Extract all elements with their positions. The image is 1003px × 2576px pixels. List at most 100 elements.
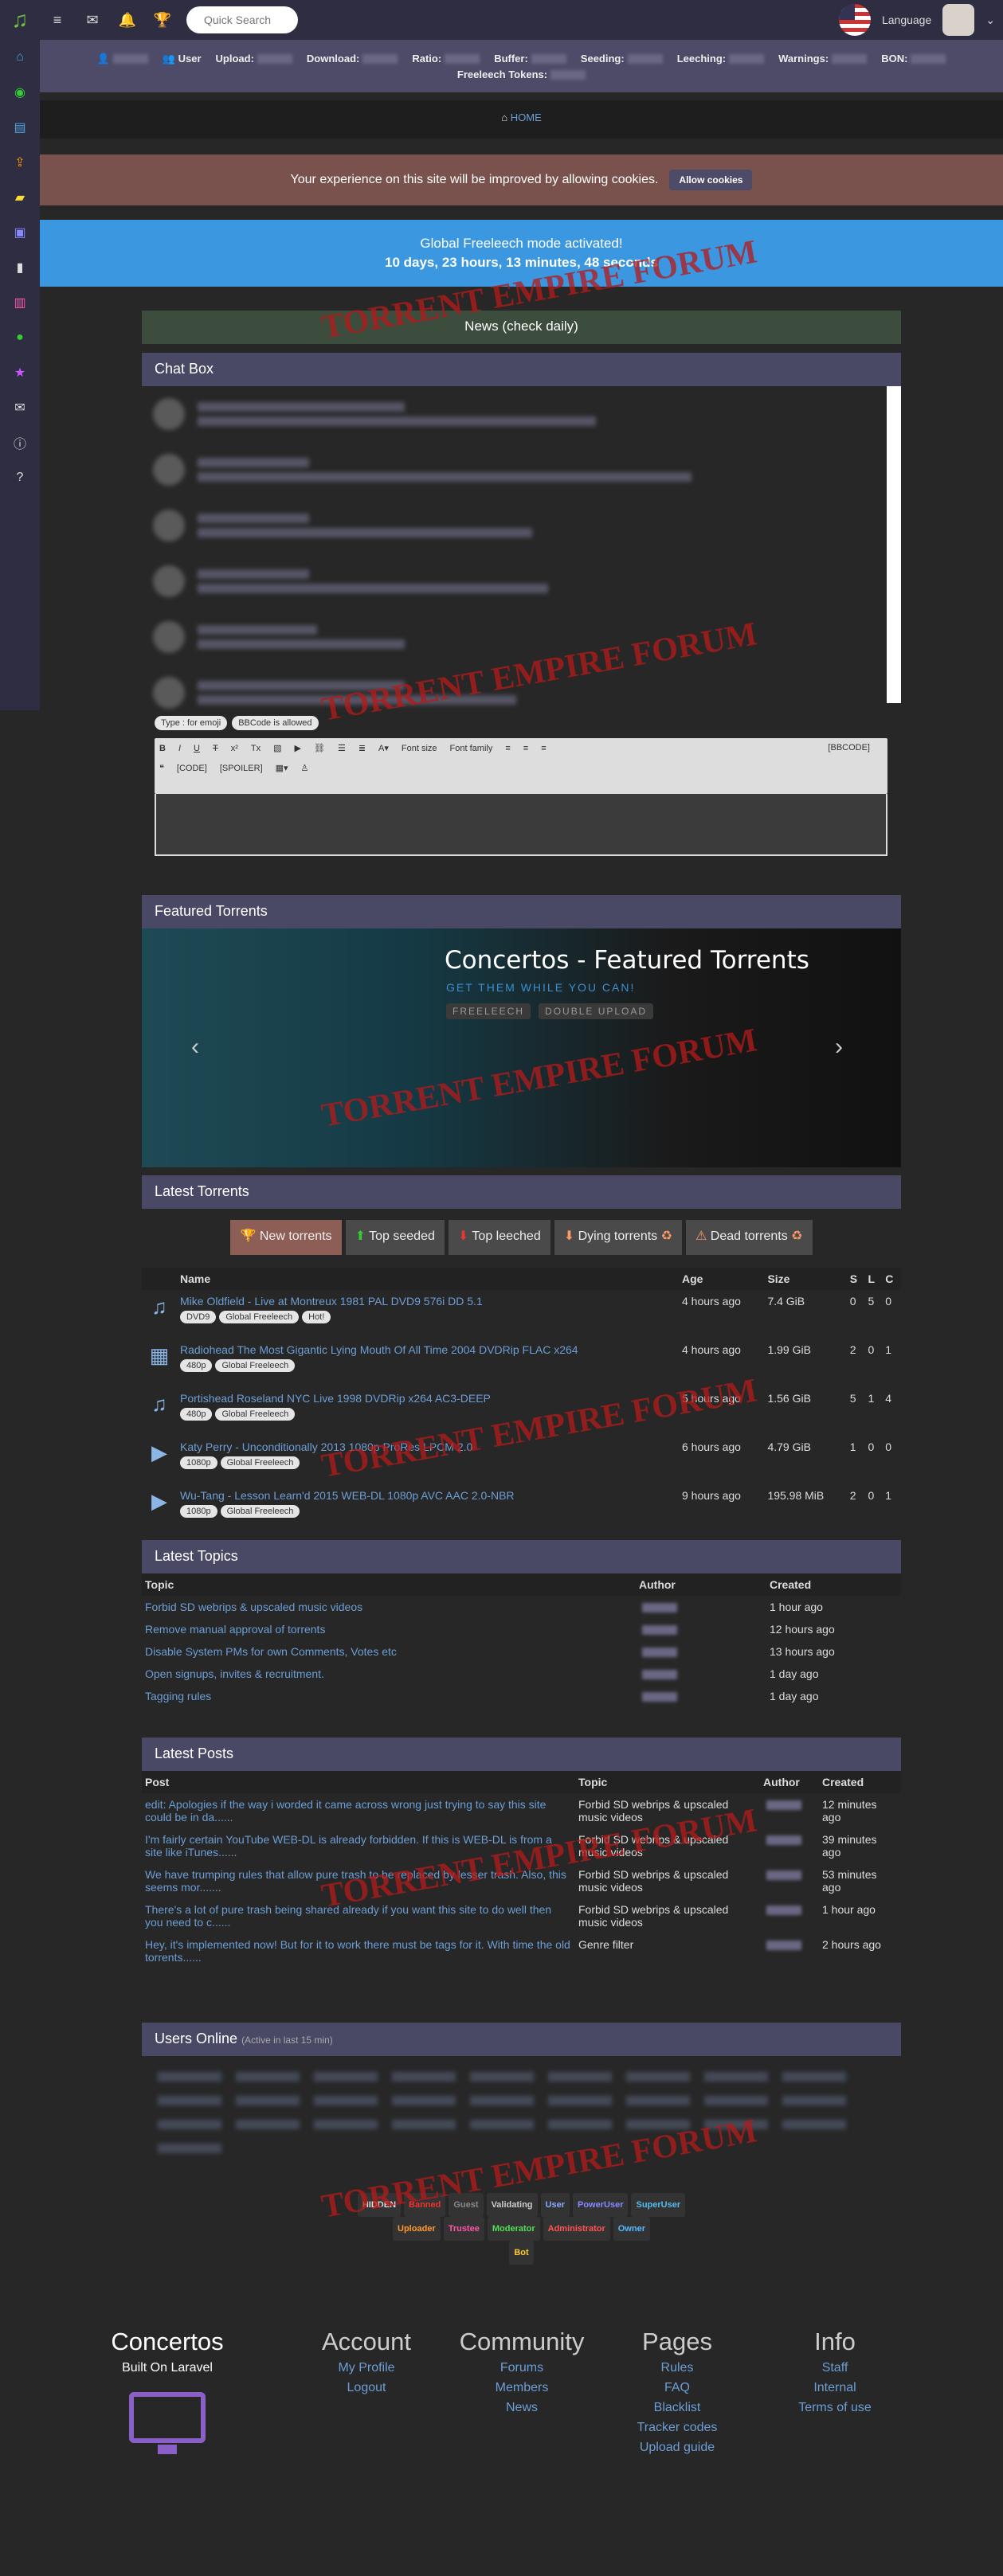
table-row: Hey, it's implemented now! But for it to…: [145, 1938, 881, 1964]
play-icon: ▶: [151, 1489, 167, 1513]
mail-icon[interactable]: ✉: [0, 390, 40, 425]
user-stat: 👤: [97, 53, 148, 65]
link-icon[interactable]: ⛓: [314, 744, 325, 753]
video-icon[interactable]: ▶: [295, 744, 301, 753]
chat-title: Chat Box: [142, 353, 901, 386]
code-button[interactable]: [CODE]: [177, 764, 207, 773]
torrent-link[interactable]: Radiohead The Most Gigantic Lying Mouth …: [180, 1343, 578, 1356]
chevron-down-icon[interactable]: ⌄: [985, 14, 995, 27]
warnings-stat: Warnings:: [778, 53, 868, 65]
quote-icon[interactable]: ❝: [159, 764, 164, 773]
list-icon[interactable]: ☰: [338, 744, 346, 753]
torrents-table: Name Age Size S L C ♫ Mike Oldfield - Live at …: [142, 1268, 901, 1533]
arrow-down-icon: ⬇: [457, 1229, 472, 1243]
allow-cookies-button[interactable]: Allow cookies: [669, 170, 753, 190]
tab-dying-torrents[interactable]: ⬇ Dying torrents ♻: [554, 1220, 682, 1255]
italic-icon[interactable]: I: [178, 744, 181, 753]
superscript-icon[interactable]: x²: [231, 744, 238, 753]
spoiler-button[interactable]: [SPOILER]: [220, 764, 263, 773]
tab-top-leeched[interactable]: ⬇ Top leeched: [448, 1220, 550, 1255]
star-icon[interactable]: ★: [0, 355, 40, 390]
menu-icon[interactable]: ≡: [40, 12, 75, 29]
footer-tagline: Built On Laravel: [122, 2361, 213, 2375]
search-input[interactable]: [186, 6, 298, 33]
briefcase-icon[interactable]: ▣: [0, 215, 40, 250]
user-icon[interactable]: ♙: [301, 764, 309, 773]
bell-icon[interactable]: 🔔: [110, 12, 145, 29]
home-icon[interactable]: ⌂: [0, 40, 40, 75]
featured-title: Featured Torrents: [142, 895, 901, 928]
chevron-left-icon[interactable]: ‹: [191, 1034, 199, 1061]
chat-input[interactable]: [155, 794, 887, 856]
music-logo-icon[interactable]: ♫: [0, 0, 40, 40]
slide-subtitle: GET THEM WHILE YOU CAN!: [446, 981, 636, 994]
torrent-link[interactable]: Wu-Tang - Lesson Learn'd 2015 WEB-DL 108…: [180, 1489, 515, 1502]
chart-icon[interactable]: ▥: [0, 285, 40, 320]
tab-top-seeded[interactable]: ⬆ Top seeded: [345, 1220, 445, 1255]
globe-icon[interactable]: ●: [0, 320, 40, 355]
tab-dead-torrents[interactable]: ⚠ Dead torrents ♻: [685, 1220, 813, 1255]
bbcode-button[interactable]: [BBCODE]: [828, 743, 870, 752]
image-icon[interactable]: ▧: [273, 744, 281, 753]
featured-slide[interactable]: Concertos - Featured Torrents GET THEM W…: [142, 928, 901, 1167]
cookie-banner: Your experience on this site will be imp…: [40, 154, 1003, 205]
list-item: [142, 498, 901, 553]
torrent-link[interactable]: Mike Oldfield - Live at Montreux 1981 PA…: [180, 1295, 483, 1308]
underline-icon[interactable]: U: [194, 744, 200, 753]
sidebar: ⌂ ◉ ▤ ⇪ ▰ ▣ ▮ ▥ ● ★ ✉ ⓘ ?: [0, 40, 40, 710]
emoji-hint: Type : for emoji: [155, 716, 228, 730]
breadcrumb-home[interactable]: HOME: [511, 111, 542, 123]
table-row: ▶ Wu-Tang - Lesson Learn'd 2015 WEB-DL 10…: [142, 1484, 901, 1533]
recycle-icon: ♻: [657, 1229, 672, 1243]
home-icon: ⌂: [501, 111, 511, 123]
tab-new-torrents[interactable]: 🏆 New torrents: [230, 1220, 342, 1255]
news-bar[interactable]: News (check daily): [142, 311, 901, 344]
warning-icon: ⚠: [695, 1229, 711, 1243]
topics-table: Topic Author Created Forbid SD webrips & u…: [142, 1573, 901, 1707]
list-item: [142, 386, 901, 442]
clear-format-icon[interactable]: Tx: [251, 744, 261, 753]
arrow-down-icon: ⬇: [563, 1229, 578, 1243]
us-flag-icon[interactable]: [838, 4, 871, 36]
posts-title: Latest Posts: [142, 1738, 901, 1771]
latest-torrents: Latest Torrents 🏆 New torrents ⬆ Top see…: [142, 1175, 901, 1526]
align-left-icon[interactable]: ≡: [505, 744, 510, 753]
info-icon[interactable]: ⓘ: [0, 425, 40, 460]
ordered-list-icon[interactable]: ≣: [358, 744, 366, 753]
group-stat: 👥 User: [162, 52, 202, 64]
upload-icon[interactable]: ⇪: [0, 145, 40, 180]
table-row: ▦ Radiohead The Most Gigantic Lying Mouth…: [142, 1339, 901, 1387]
mail-icon[interactable]: ✉: [75, 12, 110, 29]
latest-topics: Latest Topics Topic Author Created Forbid …: [142, 1540, 901, 1731]
language-menu[interactable]: Language: [882, 14, 931, 26]
strike-icon[interactable]: T: [213, 744, 218, 753]
slide-title: Concertos - Featured Torrents: [445, 946, 809, 975]
table-row: Tagging rules 1 day ago: [145, 1690, 819, 1702]
help-icon[interactable]: ?: [0, 460, 40, 495]
download-stat: Download:: [307, 53, 398, 65]
torrent-link[interactable]: Portishead Roseland NYC Live 1998 DVDRip…: [180, 1392, 491, 1405]
bold-icon[interactable]: B: [159, 744, 166, 753]
breadcrumb: ⌂ HOME: [40, 100, 1003, 139]
color-icon[interactable]: A▾: [378, 744, 389, 753]
cookie-text: Your experience on this site will be imp…: [290, 173, 659, 186]
file-icon[interactable]: ▤: [0, 110, 40, 145]
play-icon: ▶: [151, 1440, 167, 1464]
double-upload-tag: DOUBLE UPLOAD: [539, 1003, 654, 1019]
torrents-icon[interactable]: ◉: [0, 75, 40, 110]
chevron-right-icon[interactable]: ›: [835, 1034, 843, 1061]
featured-torrents: Featured Torrents Concertos - Featured T…: [142, 895, 901, 1167]
table-icon[interactable]: ▦▾: [276, 764, 288, 773]
ratio-stat: Ratio:: [412, 53, 480, 65]
table-row: Open signups, invites & recruitment. 1 da…: [145, 1667, 819, 1680]
avatar[interactable]: [942, 4, 975, 36]
font-size-select[interactable]: Font size: [402, 744, 437, 753]
font-family-select[interactable]: Font family: [450, 744, 493, 753]
trophy-icon[interactable]: 🏆: [145, 12, 180, 29]
align-center-icon[interactable]: ≡: [523, 744, 528, 753]
bon-stat: BON:: [881, 53, 946, 65]
align-right-icon[interactable]: ≡: [541, 744, 546, 753]
bookmark-icon[interactable]: ▮: [0, 250, 40, 285]
folder-icon[interactable]: ▰: [0, 180, 40, 215]
chat-scrollbar[interactable]: [887, 386, 901, 703]
